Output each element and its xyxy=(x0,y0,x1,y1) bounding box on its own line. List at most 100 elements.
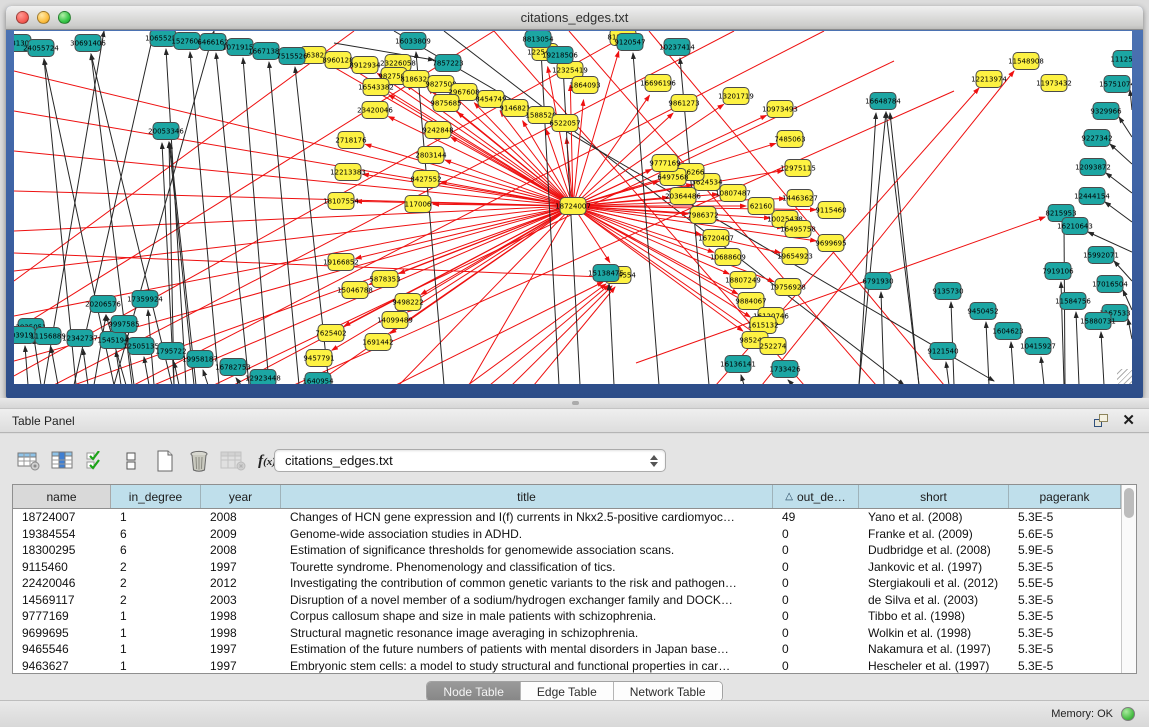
zoom-window-icon[interactable] xyxy=(58,11,71,24)
network-canvas[interactable]: 7163822896012889129342322605898275051654… xyxy=(14,31,1132,384)
graph-node[interactable]: 16136141 xyxy=(720,356,756,373)
column-header-in_degree[interactable]: in_degree xyxy=(111,485,201,508)
graph-node[interactable]: 23420046 xyxy=(357,102,393,119)
black-edge[interactable] xyxy=(1101,332,1104,384)
black-edge[interactable] xyxy=(174,362,179,384)
graph-node[interactable]: 117006 xyxy=(405,196,432,213)
table-row[interactable]: 2242004622012Investigating the contribut… xyxy=(13,575,1121,592)
table-cell[interactable]: 18300295 xyxy=(13,543,111,557)
red-edge[interactable] xyxy=(468,284,606,384)
new-column-icon[interactable] xyxy=(150,448,180,474)
graph-node[interactable]: 6791930 xyxy=(862,273,893,290)
table-cell[interactable]: Stergiakouli et al. (2012) xyxy=(859,576,1009,590)
table-cell[interactable]: 1 xyxy=(111,642,201,656)
table-cell[interactable]: 1 xyxy=(111,609,201,623)
table-cell[interactable]: 5.3E-5 xyxy=(1009,609,1121,623)
graph-node[interactable]: 10237414 xyxy=(659,39,695,56)
graph-node[interactable]: 30691406 xyxy=(70,35,106,52)
graph-node[interactable]: 11156889 xyxy=(30,328,66,345)
graph-node[interactable]: 7986372 xyxy=(687,207,718,224)
table-cell[interactable]: 0 xyxy=(773,626,859,640)
table-cell[interactable]: 5.9E-5 xyxy=(1009,543,1121,557)
graph-node[interactable]: 20053346 xyxy=(148,123,184,140)
graph-node[interactable]: 13201719 xyxy=(718,88,754,105)
column-header-title[interactable]: title xyxy=(281,485,773,508)
graph-node[interactable]: 9115460 xyxy=(815,202,846,219)
graph-node[interactable]: 7919106 xyxy=(1042,263,1074,280)
graph-node[interactable]: 12975115 xyxy=(780,160,816,177)
black-edge[interactable] xyxy=(563,66,580,384)
graph-node[interactable]: 10688609 xyxy=(710,249,746,266)
table-selector-dropdown[interactable]: citations_edges.txt xyxy=(274,449,666,472)
table-cell[interactable]: 9465546 xyxy=(13,642,111,656)
table-cell[interactable]: 2008 xyxy=(201,510,281,524)
graph-node[interactable]: 12444154 xyxy=(1074,188,1110,205)
graph-node[interactable]: 7485063 xyxy=(774,131,805,148)
graph-node[interactable]: 1691442 xyxy=(362,334,393,351)
graph-node[interactable]: 8813054 xyxy=(522,31,554,48)
black-edge[interactable] xyxy=(609,284,614,384)
graph-node[interactable]: 16782753 xyxy=(215,359,251,376)
graph-node[interactable]: 12093872 xyxy=(1075,159,1111,176)
graph-node[interactable]: 16210643 xyxy=(1057,218,1093,235)
select-all-icon[interactable] xyxy=(82,448,112,474)
graph-node[interactable]: 12213974 xyxy=(971,71,1007,88)
table-cell[interactable]: 1998 xyxy=(201,609,281,623)
black-edge[interactable] xyxy=(986,322,989,384)
graph-node[interactable]: 18724007 xyxy=(555,198,591,215)
graph-node[interactable]: 8427552 xyxy=(410,171,441,188)
black-edge[interactable] xyxy=(1130,90,1132,110)
graph-node[interactable]: 12505135 xyxy=(123,338,159,355)
graph-node[interactable]: 11973432 xyxy=(1036,75,1072,92)
table-scrollbar[interactable] xyxy=(1121,485,1136,673)
red-edge[interactable] xyxy=(512,286,612,384)
table-cell[interactable]: 49 xyxy=(773,510,859,524)
table-cell[interactable]: 0 xyxy=(773,659,859,673)
table-cell[interactable]: Tibbo et al. (1998) xyxy=(859,609,1009,623)
graph-node[interactable]: 19958187 xyxy=(182,351,218,368)
red-edge[interactable] xyxy=(14,253,602,277)
graph-node[interactable]: 9329966 xyxy=(1090,103,1122,120)
table-cell[interactable]: Genome-wide association studies in ADHD. xyxy=(281,527,773,541)
red-edge[interactable] xyxy=(14,206,573,231)
table-row[interactable]: 1456911722003Disruption of a novel membe… xyxy=(13,592,1121,609)
column-selector-icon[interactable] xyxy=(48,448,78,474)
table-cell[interactable]: 19384554 xyxy=(13,527,111,541)
graph-node[interactable]: 9861273 xyxy=(668,95,699,112)
tab-edge-table[interactable]: Edge Table xyxy=(521,682,614,701)
table-cell[interactable]: 2 xyxy=(111,576,201,590)
red-edge[interactable] xyxy=(396,282,603,384)
table-cell[interactable]: 2003 xyxy=(201,593,281,607)
table-cell[interactable]: 5.3E-5 xyxy=(1009,510,1121,524)
table-cell[interactable]: Estimation of the future numbers of pati… xyxy=(281,642,773,656)
column-header-out_de[interactable]: △out_de… xyxy=(773,485,859,508)
graph-node[interactable]: 15992071 xyxy=(1083,247,1119,264)
graph-node[interactable]: 12923448 xyxy=(245,370,281,385)
table-cell[interactable]: Changes of HCN gene expression and I(f) … xyxy=(281,510,773,524)
panel-splitter[interactable] xyxy=(0,398,1149,408)
table-cell[interactable]: 9777169 xyxy=(13,609,111,623)
black-edge[interactable] xyxy=(1076,312,1079,384)
graph-node[interactable]: 7515526 xyxy=(276,48,308,65)
table-settings-icon[interactable] xyxy=(14,448,44,474)
graph-node[interactable]: 17016504 xyxy=(1092,276,1128,293)
graph-node[interactable]: 16696196 xyxy=(640,75,676,92)
graph-node[interactable]: 16495758 xyxy=(780,221,816,238)
graph-node[interactable]: 20364486 xyxy=(665,188,701,205)
table-cell[interactable]: 1998 xyxy=(201,626,281,640)
graph-node[interactable]: 1733426 xyxy=(769,361,801,378)
graph-node[interactable]: 252274 xyxy=(760,338,787,355)
graph-node[interactable]: 62160 xyxy=(748,198,774,215)
graph-node[interactable]: 7625402 xyxy=(315,325,346,342)
table-cell[interactable]: 1997 xyxy=(201,642,281,656)
graph-node[interactable]: 12325419 xyxy=(552,62,588,79)
column-header-name[interactable]: name xyxy=(13,485,111,508)
table-cell[interactable]: 0 xyxy=(773,642,859,656)
graph-node[interactable]: 10807487 xyxy=(715,185,751,202)
table-row[interactable]: 1938455462009Genome-wide association stu… xyxy=(13,526,1121,543)
window-titlebar[interactable]: citations_edges.txt xyxy=(6,6,1143,30)
black-edge[interactable] xyxy=(25,346,28,384)
table-cell[interactable]: 5.3E-5 xyxy=(1009,642,1121,656)
graph-node[interactable]: 9457791 xyxy=(303,350,334,367)
table-cell[interactable]: 18724007 xyxy=(13,510,111,524)
